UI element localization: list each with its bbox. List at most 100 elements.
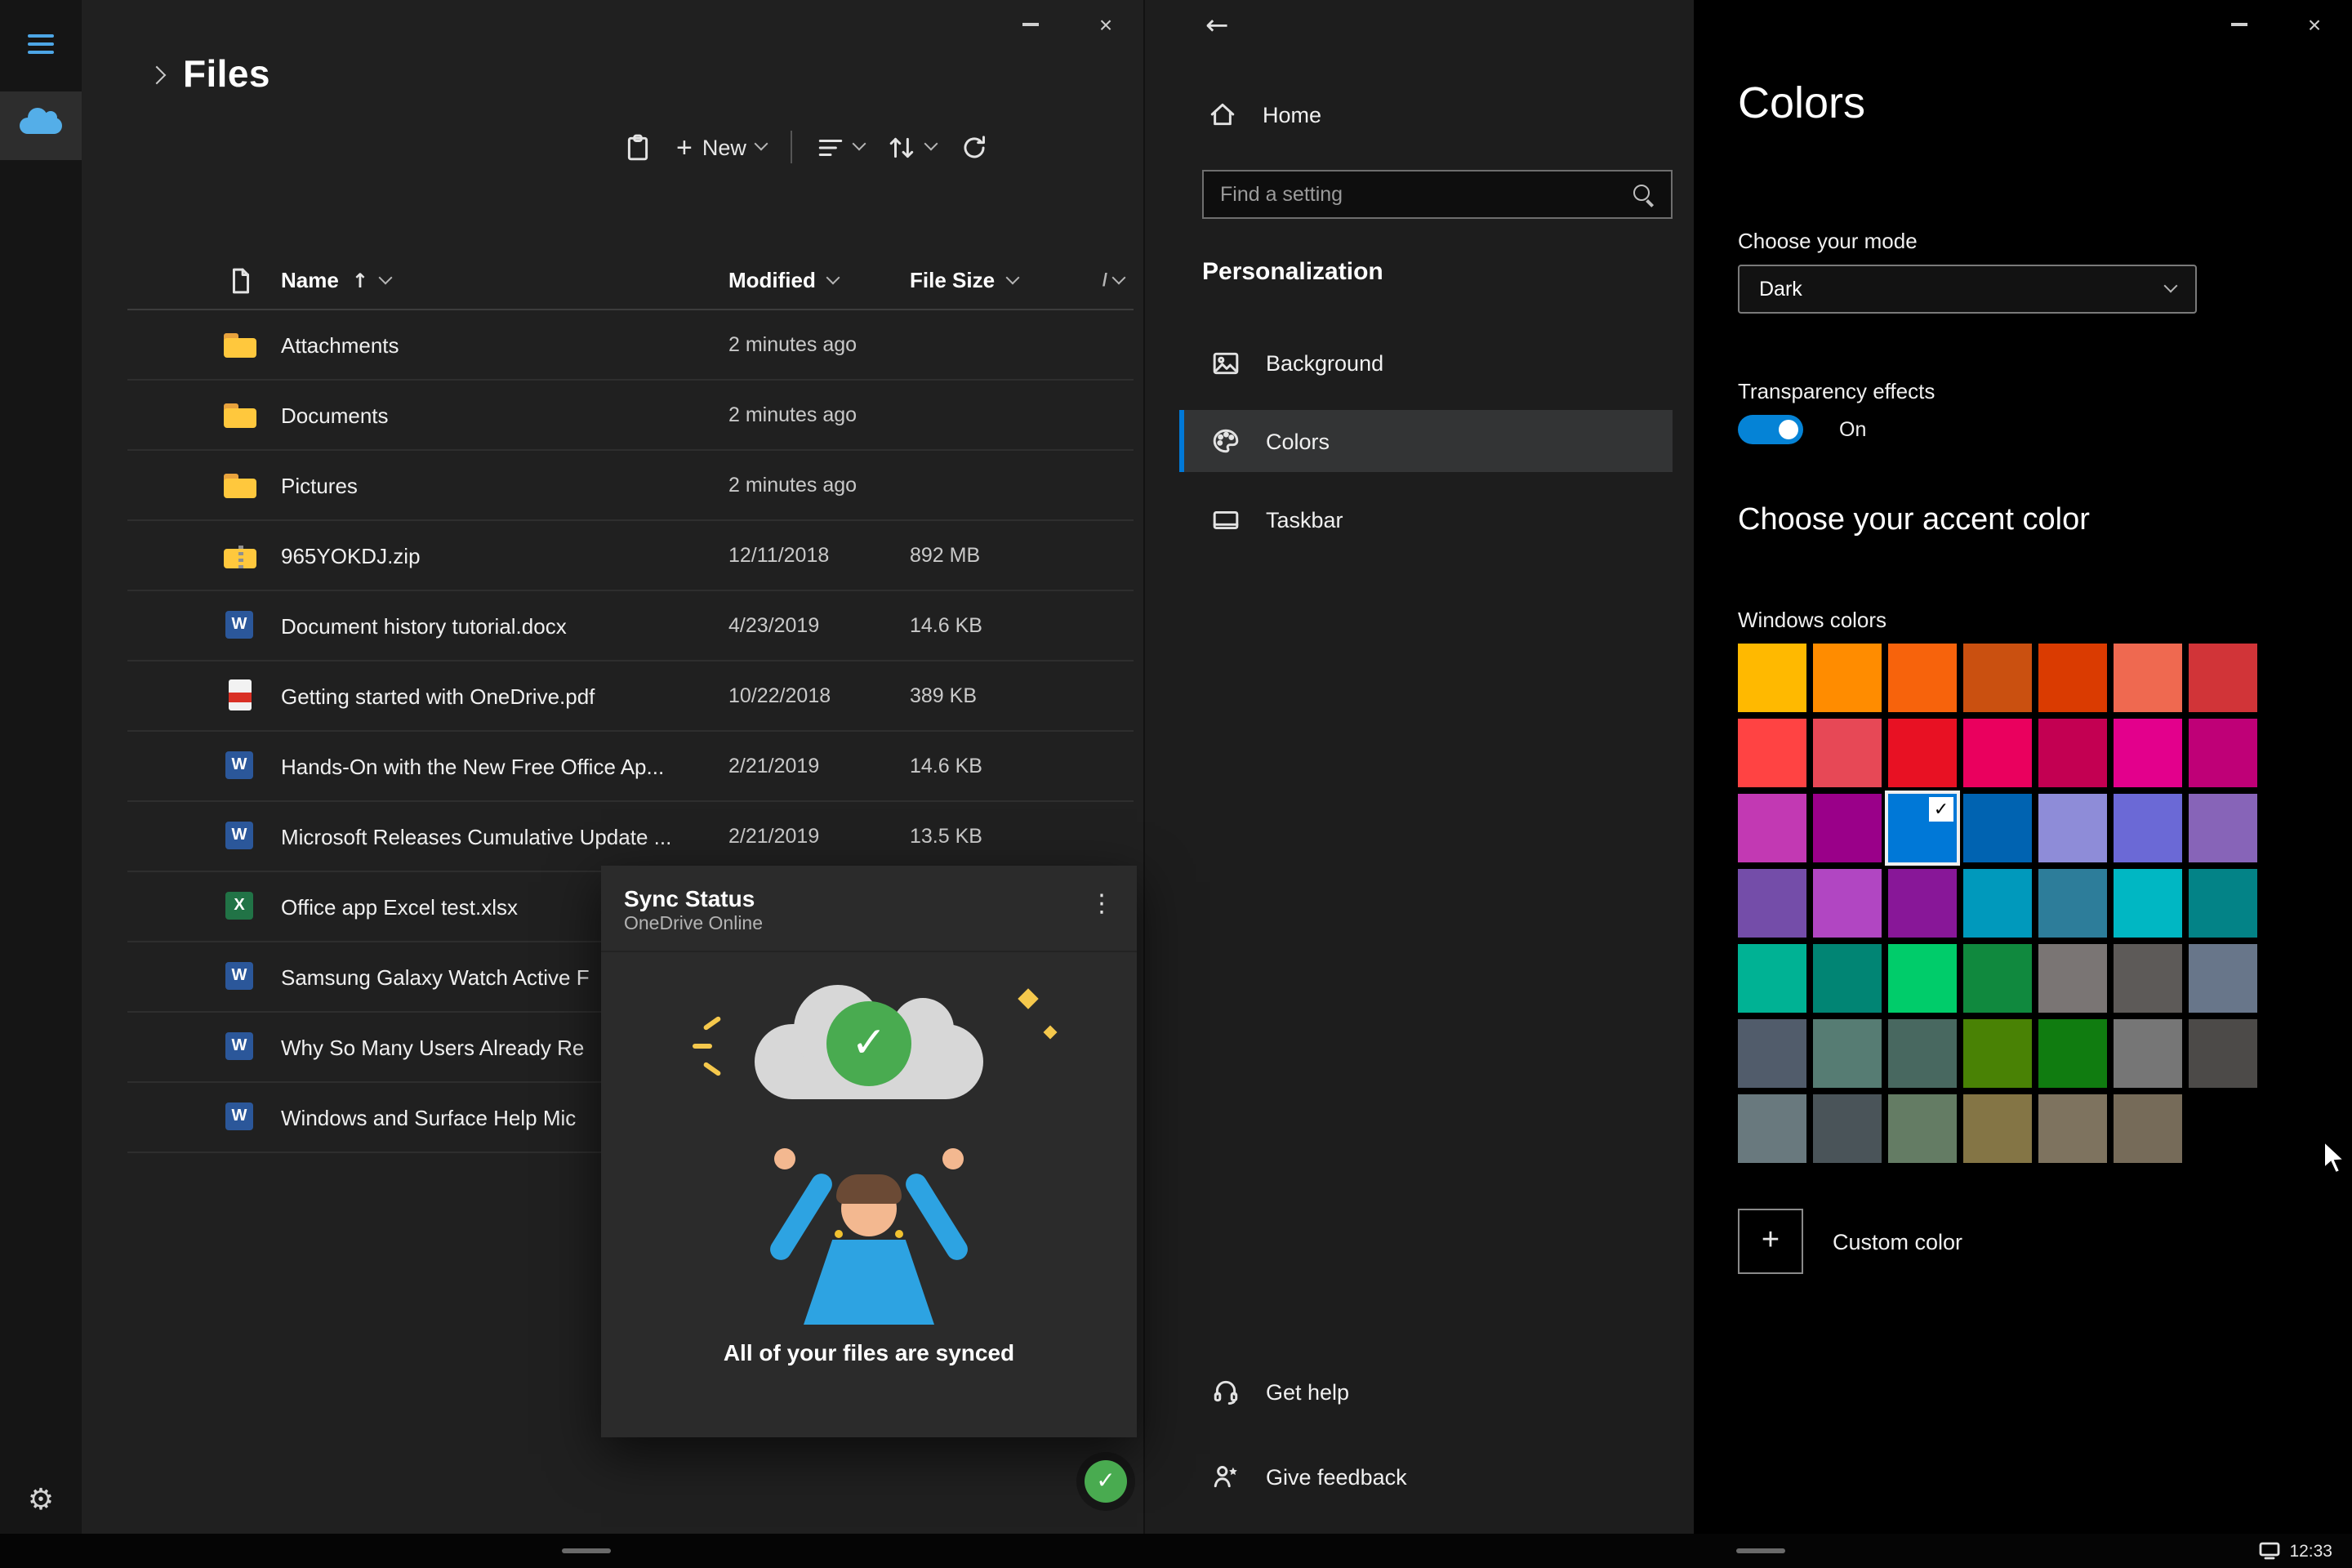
kebab-menu-icon[interactable]: ⋮ (1089, 889, 1114, 918)
accent-swatch-567c73[interactable] (1813, 1019, 1882, 1088)
paste-icon[interactable] (624, 133, 652, 161)
accent-swatch-ea005e[interactable] (1963, 719, 2032, 787)
accent-swatch-8e8cd8[interactable] (2038, 794, 2107, 862)
file-row[interactable]: Document history tutorial.docx 4/23/2019 1… (127, 591, 1134, 662)
accent-swatch-486860[interactable] (1888, 1019, 1957, 1088)
file-row[interactable]: Getting started with OneDrive.pdf 10/22/2… (127, 662, 1134, 732)
accent-swatch-498205[interactable] (1963, 1019, 2032, 1088)
accent-swatch-0099bc[interactable] (1963, 869, 2032, 938)
accent-swatch-c30052[interactable] (2038, 719, 2107, 787)
close-button[interactable]: × (2277, 0, 2352, 49)
accent-swatch-00b7c3[interactable] (2114, 869, 2182, 938)
accent-swatch-ff8c00[interactable] (1813, 644, 1882, 712)
accent-swatch-ca5010[interactable] (1963, 644, 2032, 712)
accent-swatch-bf0077[interactable] (2189, 719, 2257, 787)
search-icon[interactable] (1632, 183, 1655, 206)
file-row[interactable]: Hands-On with the New Free Office Ap... 2… (127, 732, 1134, 802)
file-row[interactable]: Attachments 2 minutes ago (127, 310, 1134, 381)
column-header-name[interactable]: Name ↑ (281, 268, 728, 292)
nav-item-home[interactable]: Home (1209, 101, 1321, 127)
accent-swatch-b146c2[interactable] (1813, 869, 1882, 938)
file-row[interactable]: Pictures 2 minutes ago (127, 451, 1134, 521)
accent-swatch-9a0089[interactable] (1813, 794, 1882, 862)
accent-swatch-647c64[interactable] (1888, 1094, 1957, 1163)
minimize-button[interactable] (993, 0, 1068, 49)
search-input[interactable] (1204, 183, 1632, 206)
accent-swatch-c239b3[interactable] (1738, 794, 1806, 862)
file-row[interactable]: Documents 2 minutes ago (127, 381, 1134, 451)
word-file-icon (222, 1101, 258, 1134)
accent-swatch-e74856[interactable] (1813, 719, 1882, 787)
accent-swatch-ff4343[interactable] (1738, 719, 1806, 787)
custom-color-button[interactable]: + Custom color (1738, 1209, 1962, 1274)
accent-swatch-7a7574[interactable] (2038, 944, 2107, 1013)
accent-swatch-107c10[interactable] (2038, 1019, 2107, 1088)
file-name: 965YOKDJ.zip (281, 543, 421, 568)
taskbar-drag-handle[interactable] (562, 1548, 611, 1553)
file-type-column-icon[interactable] (222, 267, 258, 293)
settings-nav-pane: ← Home Personalization Background (1143, 0, 1694, 1534)
accent-swatch-ef6950[interactable] (2114, 644, 2182, 712)
new-button[interactable]: + New (676, 133, 768, 161)
mode-dropdown-value: Dark (1759, 278, 1802, 301)
accent-swatch-0063b1[interactable] (1963, 794, 2032, 862)
accent-swatch-038387[interactable] (2189, 869, 2257, 938)
file-size: 389 KB (910, 684, 978, 707)
accent-swatch-2d7d9a[interactable] (2038, 869, 2107, 938)
accent-swatch-766b59[interactable] (2114, 1094, 2182, 1163)
sync-status-button[interactable]: ✓ (1085, 1460, 1127, 1503)
nav-item-give-feedback[interactable]: Give feedback (1179, 1446, 1673, 1508)
hamburger-menu-icon[interactable] (28, 34, 54, 59)
accent-swatch-ffb900[interactable] (1738, 644, 1806, 712)
transparency-toggle[interactable] (1738, 415, 1803, 444)
accent-swatch-e3008c[interactable] (2114, 719, 2182, 787)
accent-swatch-881798[interactable] (1888, 869, 1957, 938)
accent-swatch-767676[interactable] (2114, 1019, 2182, 1088)
system-tray[interactable]: 12:33 (2258, 1534, 2332, 1568)
accent-swatch-847545[interactable] (1963, 1094, 2032, 1163)
accent-swatch-4c4a48[interactable] (2189, 1019, 2257, 1088)
accent-swatch-515c6b[interactable] (1738, 1019, 1806, 1088)
folder-file-icon (222, 399, 258, 431)
accent-swatch-4a5459[interactable] (1813, 1094, 1882, 1163)
settings-search-box[interactable] (1202, 170, 1673, 219)
accent-swatch-69797e[interactable] (1738, 1094, 1806, 1163)
view-options-button[interactable] (817, 135, 866, 159)
accent-swatch-da3b01[interactable] (2038, 644, 2107, 712)
accent-swatch-68768a[interactable] (2189, 944, 2257, 1013)
accent-swatch-6b69d6[interactable] (2114, 794, 2182, 862)
column-header-size[interactable]: File Size (910, 268, 1073, 292)
accent-swatch-10893e[interactable] (1963, 944, 2032, 1013)
file-row[interactable]: 965YOKDJ.zip 12/11/2018 892 MB (127, 521, 1134, 591)
accent-swatch-8764b8[interactable] (2189, 794, 2257, 862)
accent-swatch-d13438[interactable] (2189, 644, 2257, 712)
mode-dropdown[interactable]: Dark (1738, 265, 2197, 314)
sidebar-item-onedrive[interactable] (0, 91, 82, 160)
chevron-right-icon[interactable] (147, 65, 167, 84)
nav-item-taskbar[interactable]: Taskbar (1179, 488, 1673, 550)
file-row[interactable]: Microsoft Releases Cumulative Update ...… (127, 802, 1134, 872)
accent-swatch-7e735f[interactable] (2038, 1094, 2107, 1163)
taskbar-drag-handle[interactable] (1736, 1548, 1785, 1553)
accent-swatch-f7630c[interactable] (1888, 644, 1957, 712)
accent-swatch-018574[interactable] (1813, 944, 1882, 1013)
nav-item-colors[interactable]: Colors (1179, 410, 1673, 472)
accent-swatch-e81123[interactable] (1888, 719, 1957, 787)
column-header-extra[interactable]: / (1073, 270, 1134, 290)
accent-swatch-744da9[interactable] (1738, 869, 1806, 938)
accent-swatch-0078d7[interactable]: ✓ (1885, 791, 1960, 866)
close-button[interactable]: × (1068, 0, 1143, 49)
accent-swatch-00b294[interactable] (1738, 944, 1806, 1013)
transparency-state: On (1839, 418, 1867, 441)
sort-order-button[interactable] (889, 135, 938, 159)
clock: 12:33 (2289, 1541, 2332, 1561)
column-header-modified[interactable]: Modified (728, 268, 910, 292)
sync-refresh-icon[interactable] (960, 133, 988, 161)
back-arrow-icon[interactable]: ← (1205, 10, 1229, 42)
minimize-button[interactable] (2202, 0, 2277, 49)
accent-swatch-5d5a58[interactable] (2114, 944, 2182, 1013)
nav-item-background[interactable]: Background (1179, 332, 1673, 394)
settings-gear-icon[interactable]: ⚙ (0, 1475, 82, 1524)
accent-swatch-00cc6a[interactable] (1888, 944, 1957, 1013)
nav-item-get-help[interactable]: Get help (1179, 1361, 1673, 1423)
